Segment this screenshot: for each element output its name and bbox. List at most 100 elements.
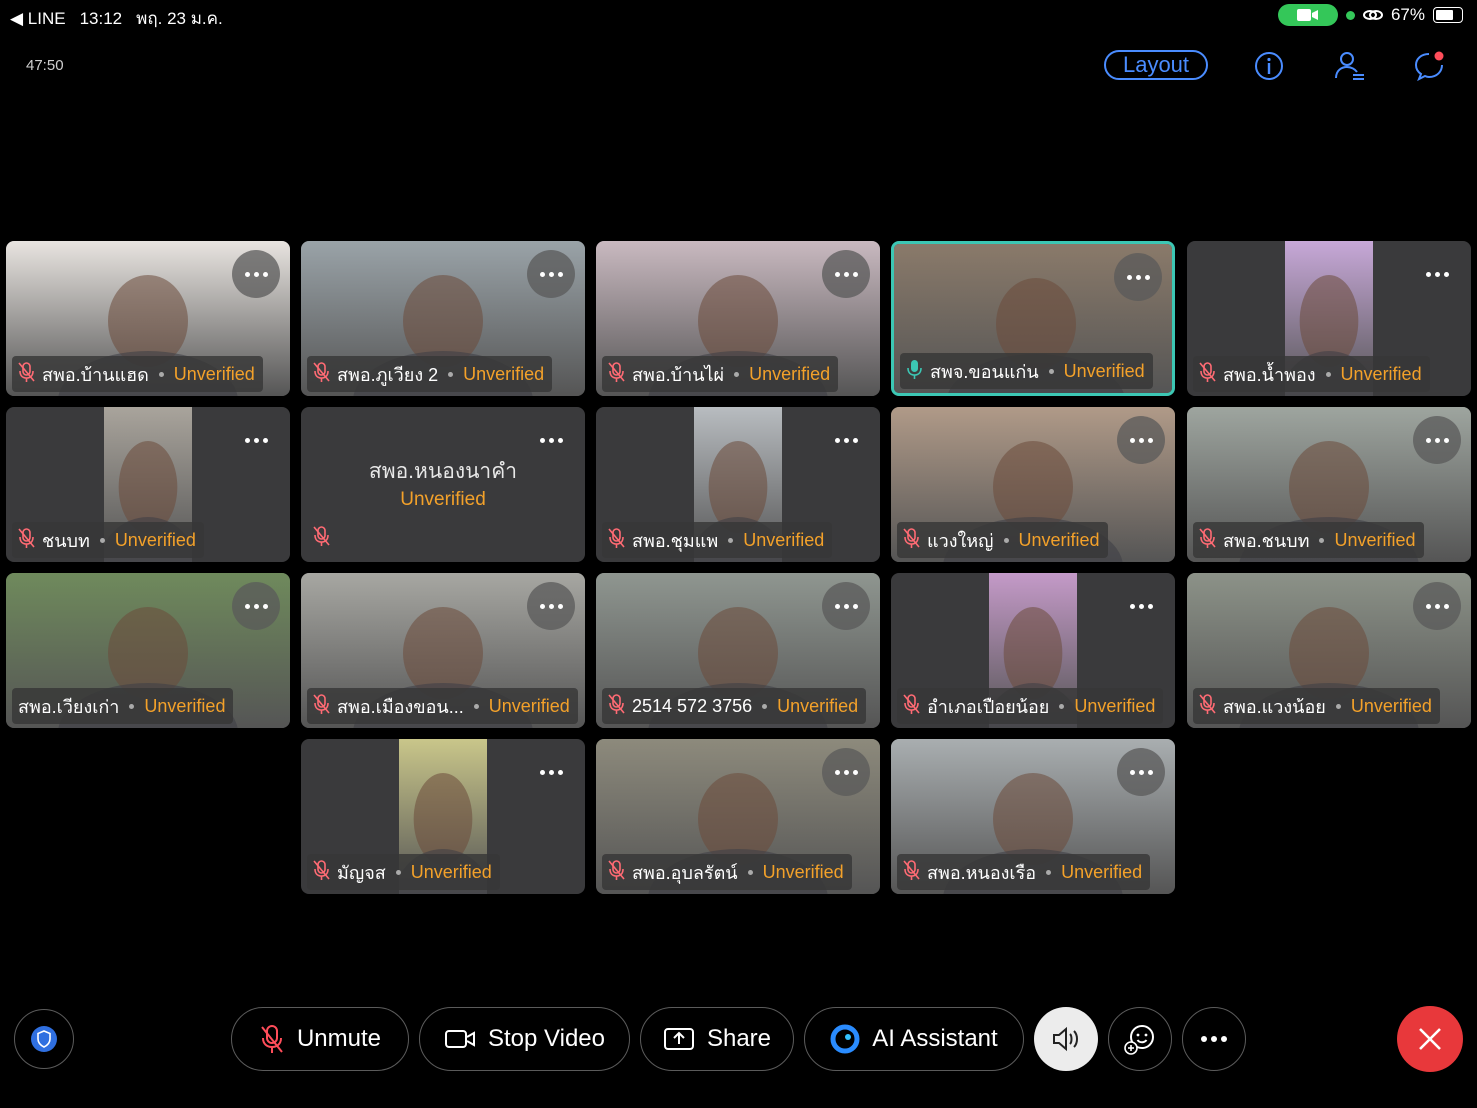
- recording-indicator-icon: [1345, 10, 1355, 20]
- participant-tile[interactable]: 2514 572 3756 Unverified: [596, 573, 880, 728]
- chat-icon[interactable]: [1411, 48, 1447, 84]
- security-shield-button[interactable]: [14, 1009, 74, 1069]
- tile-more-button[interactable]: [1117, 416, 1165, 464]
- meeting-timer: 47:50: [26, 57, 64, 74]
- participant-tile[interactable]: ชนบท Unverified: [6, 407, 290, 562]
- mic-muted-icon: [1199, 527, 1217, 554]
- tile-more-button[interactable]: [1114, 253, 1162, 301]
- link-icon: [1362, 10, 1383, 20]
- participant-tile[interactable]: มัญจส Unverified: [301, 739, 585, 894]
- verification-status: Unverified: [762, 861, 844, 882]
- shield-icon: [31, 1026, 57, 1052]
- participant-tile[interactable]: สพอ.แวงน้อย Unverified: [1187, 573, 1471, 728]
- participant-name-tag: สพอ.แวงน้อย Unverified: [1193, 688, 1440, 724]
- participant-name-tag: มัญจส Unverified: [307, 854, 500, 890]
- separator-dot: [99, 537, 105, 543]
- mic-muted-icon: [313, 859, 331, 886]
- tile-more-button[interactable]: [527, 416, 575, 464]
- end-meeting-button[interactable]: [1397, 1006, 1463, 1072]
- participant-tile[interactable]: สพอ.บ้านไผ่ Unverified: [596, 241, 880, 396]
- participant-tile[interactable]: สพอ.อุบลรัตน์ Unverified: [596, 739, 880, 894]
- separator-dot: [1319, 537, 1325, 543]
- ai-assistant-button[interactable]: AI Assistant: [804, 1007, 1024, 1071]
- tile-more-button[interactable]: [822, 748, 870, 796]
- speaker-icon: [1053, 1026, 1078, 1052]
- tile-more-button[interactable]: [1117, 748, 1165, 796]
- verification-status: Unverified: [1061, 861, 1143, 882]
- verification-status: Unverified: [463, 363, 545, 384]
- stop-video-button[interactable]: Stop Video: [419, 1007, 630, 1071]
- mic-muted-icon: [313, 693, 331, 720]
- participant-name: สพอ.เวียงเก่า: [18, 696, 120, 717]
- verification-status: Unverified: [1340, 363, 1422, 384]
- speaker-button[interactable]: [1034, 1007, 1098, 1071]
- separator-dot: [395, 869, 401, 875]
- participant-tile[interactable]: สพอ.ชุมแพ Unverified: [596, 407, 880, 562]
- mic-muted-icon: [18, 527, 36, 554]
- tile-more-button[interactable]: [822, 250, 870, 298]
- back-to-app-link[interactable]: ◀ LINE: [10, 9, 66, 29]
- participant-name-tag: สพอ.เวียงเก่า Unverified: [12, 688, 234, 724]
- share-button[interactable]: Share: [640, 1007, 794, 1071]
- stop-video-label: Stop Video: [488, 1025, 605, 1052]
- verification-status: Unverified: [777, 695, 859, 716]
- tile-more-button[interactable]: [1117, 582, 1165, 630]
- participant-name-tag: สพอ.บ้านไผ่ Unverified: [602, 356, 839, 392]
- reactions-button[interactable]: [1108, 1007, 1172, 1071]
- participant-tile[interactable]: สพอ.เมืองขอน... Unverified: [301, 573, 585, 728]
- participant-name: สพอ.บ้านแฮด: [42, 364, 149, 385]
- participant-name: ชนบท: [42, 530, 90, 551]
- participant-name-tag: สพอ.ชุมแพ Unverified: [602, 522, 833, 558]
- mic-muted-icon: [313, 525, 331, 552]
- separator-dot: [728, 537, 734, 543]
- participant-tile[interactable]: แวงใหญ่ Unverified: [891, 407, 1175, 562]
- tile-more-button[interactable]: [1413, 582, 1461, 630]
- mic-muted-icon: [903, 859, 921, 886]
- mic-muted-icon: [608, 527, 626, 554]
- participant-tile[interactable]: สพอ.หนองเรือ Unverified: [891, 739, 1175, 894]
- participant-tile[interactable]: สพอ.บ้านแฮด Unverified: [6, 241, 290, 396]
- participant-name: สพอ.น้ำพอง: [1223, 364, 1316, 385]
- participant-tile[interactable]: สพจ.ขอนแก่น Unverified: [891, 241, 1175, 396]
- tile-more-button[interactable]: [822, 582, 870, 630]
- participant-tile[interactable]: สพอ.น้ำพอง Unverified: [1187, 241, 1471, 396]
- emoji-add-icon: [1124, 1025, 1154, 1055]
- mic-muted-icon: [608, 361, 626, 388]
- participant-name: แวงใหญ่: [927, 530, 994, 551]
- close-icon: [1419, 1028, 1441, 1050]
- tile-more-button[interactable]: [232, 416, 280, 464]
- unmute-label: Unmute: [296, 1025, 382, 1052]
- tile-more-button[interactable]: [232, 582, 280, 630]
- tile-more-button[interactable]: [232, 250, 280, 298]
- participant-name: สพอ.ชุมแพ: [632, 530, 719, 551]
- participant-tile[interactable]: สพอ.หนองนาคำ Unverified: [301, 407, 585, 562]
- tile-more-button[interactable]: [822, 416, 870, 464]
- participant-name: 2514 572 3756: [632, 695, 753, 716]
- tile-more-button[interactable]: [1413, 250, 1461, 298]
- tile-more-button[interactable]: [1413, 416, 1461, 464]
- tile-more-button[interactable]: [527, 748, 575, 796]
- participant-name: สพจ.ขอนแก่น: [930, 361, 1039, 382]
- verification-status: Unverified: [173, 363, 255, 384]
- mic-muted-icon: [261, 1025, 283, 1053]
- participant-tile[interactable]: สพอ.ภูเวียง 2 Unverified: [301, 241, 585, 396]
- participant-name: สพอ.เมืองขอน...: [337, 696, 464, 717]
- unmute-button[interactable]: Unmute: [231, 1007, 409, 1071]
- info-icon[interactable]: [1251, 48, 1287, 84]
- tile-more-button[interactable]: [527, 250, 575, 298]
- participant-name-tag: 2514 572 3756 Unverified: [602, 688, 867, 724]
- participant-tile[interactable]: สพอ.ชนบท Unverified: [1187, 407, 1471, 562]
- tile-more-button[interactable]: [527, 582, 575, 630]
- ellipsis-icon: [1201, 1036, 1227, 1042]
- more-options-button[interactable]: [1182, 1007, 1246, 1071]
- participants-icon[interactable]: [1331, 48, 1367, 84]
- verification-status: Unverified: [749, 363, 831, 384]
- participant-tile[interactable]: อำเภอเปือยน้อย Unverified: [891, 573, 1175, 728]
- video-camera-icon: [445, 1030, 475, 1048]
- layout-button[interactable]: Layout: [1104, 50, 1208, 80]
- participant-tile[interactable]: สพอ.เวียงเก่า Unverified: [6, 573, 290, 728]
- battery-icon: [1433, 7, 1463, 23]
- ai-assistant-icon: [830, 1024, 860, 1054]
- separator-dot: [129, 703, 135, 709]
- mic-muted-icon: [18, 361, 36, 388]
